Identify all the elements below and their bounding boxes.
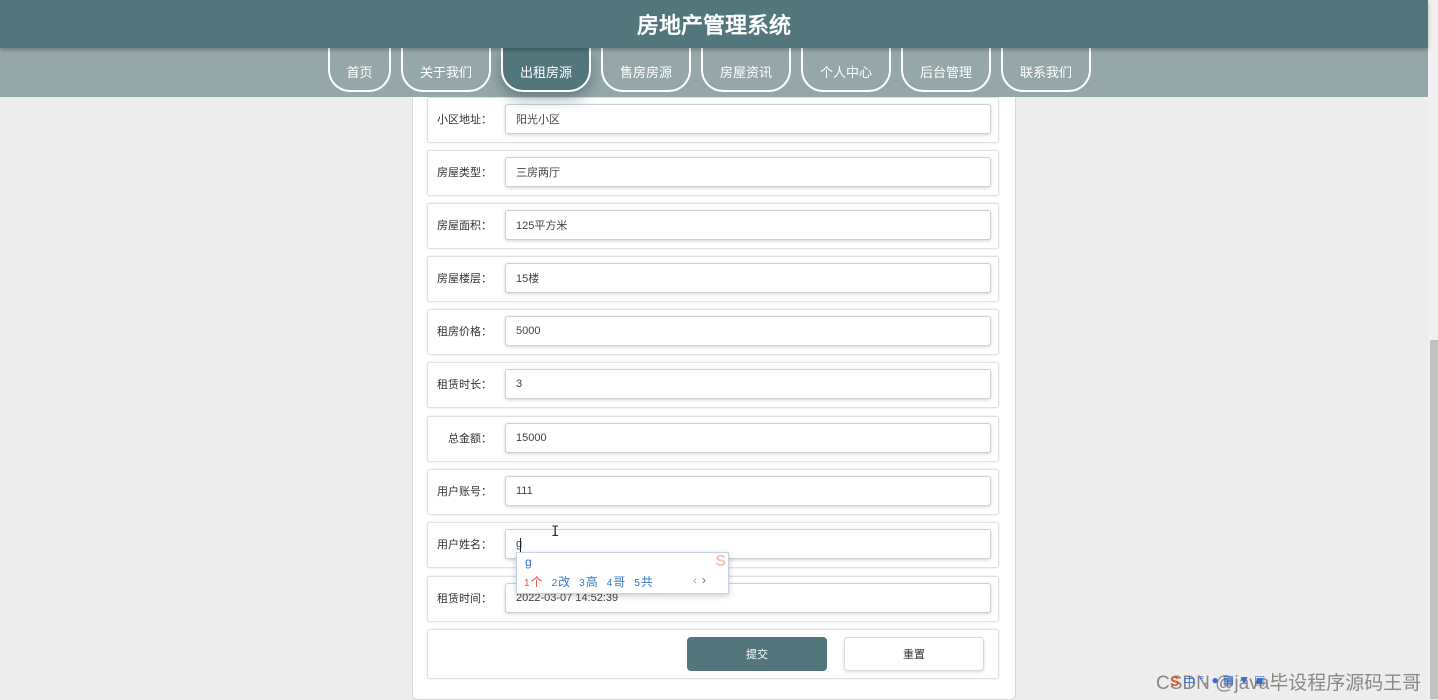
nav-item-housing-news[interactable]: 房屋资讯 — [701, 48, 791, 92]
lease-duration-input[interactable] — [505, 369, 991, 399]
community-address-input[interactable] — [505, 104, 991, 134]
field-label: 房屋楼层： — [437, 273, 492, 285]
app-header: 房地产管理系统 — [0, 0, 1428, 48]
ime-prev-page-icon[interactable]: ‹ — [693, 573, 697, 587]
ime-candidate[interactable]: 5共 — [634, 573, 653, 590]
total-amount-input[interactable] — [505, 423, 991, 453]
form-row-lease-duration: 租赁时长： — [427, 362, 999, 408]
form-row-house-floor: 房屋楼层： — [427, 256, 999, 302]
user-account-input[interactable] — [505, 476, 991, 506]
sogou-logo-icon: S — [1170, 673, 1180, 689]
form-row-community-address: 小区地址： — [427, 97, 999, 143]
form-actions: 提交 重置 — [427, 629, 999, 679]
ime-composition: g — [525, 555, 532, 569]
field-label: 小区地址： — [437, 114, 492, 126]
house-type-input[interactable] — [505, 157, 991, 187]
nav-item-sale-listings[interactable]: 售房房源 — [601, 48, 691, 92]
toolbox-icon[interactable]: ▣ — [1254, 673, 1265, 690]
ime-candidate-popup: g S 1个 2改 3高 4哥 5共 ‹ › — [516, 552, 729, 594]
nav-item-admin[interactable]: 后台管理 — [901, 48, 991, 92]
house-floor-input[interactable] — [505, 263, 991, 293]
skin-icon[interactable]: ▼ — [1238, 673, 1250, 690]
ime-candidate[interactable]: 3高 — [579, 573, 598, 590]
ime-candidate[interactable]: 1个 — [524, 573, 543, 590]
ime-candidate[interactable]: 2改 — [552, 573, 571, 590]
field-label: 用户账号： — [437, 486, 492, 498]
house-area-input[interactable] — [505, 210, 991, 240]
submit-button[interactable]: 提交 — [687, 637, 827, 671]
text-caret — [520, 538, 521, 552]
punctuation-icon[interactable]: °, — [1199, 673, 1207, 690]
form-row-total-amount: 总金额： — [427, 416, 999, 462]
field-label: 租赁时间： — [437, 593, 492, 605]
main-navbar: 首页 关于我们 出租房源 售房房源 房屋资讯 个人中心 后台管理 联系我们 — [0, 48, 1428, 97]
ime-mode-indicator[interactable]: 中 — [1183, 673, 1195, 690]
rent-price-input[interactable] — [505, 316, 991, 346]
nav-item-home[interactable]: 首页 — [328, 48, 391, 92]
reset-button[interactable]: 重置 — [844, 637, 984, 671]
nav-item-personal-center[interactable]: 个人中心 — [801, 48, 891, 92]
keyboard-icon[interactable]: ▦ — [1223, 673, 1234, 690]
nav-item-contact[interactable]: 联系我们 — [1001, 48, 1091, 92]
microphone-icon[interactable]: ● — [1212, 673, 1219, 690]
form-row-user-account: 用户账号： — [427, 469, 999, 515]
ime-next-page-icon[interactable]: › — [702, 573, 706, 587]
ime-candidate-list: 1个 2改 3高 4哥 5共 — [524, 573, 653, 590]
nav-item-about[interactable]: 关于我们 — [401, 48, 491, 92]
ibeam-cursor-icon: I — [551, 524, 560, 540]
field-label: 房屋类型： — [437, 167, 492, 179]
field-label: 总金额： — [448, 433, 492, 445]
ime-status-tray: S 中 °, ● ▦ ▼ ▣ — [1170, 673, 1265, 690]
ime-pager: ‹ › — [693, 573, 706, 587]
field-label: 用户姓名： — [437, 539, 492, 551]
form-row-house-area: 房屋面积： — [427, 203, 999, 249]
form-row-rent-price: 租房价格： — [427, 309, 999, 355]
scrollbar-thumb[interactable] — [1430, 340, 1438, 699]
field-label: 租赁时长： — [437, 379, 492, 391]
form-row-house-type: 房屋类型： — [427, 150, 999, 196]
ime-candidate[interactable]: 4哥 — [607, 573, 626, 590]
nav-item-rental-listings[interactable]: 出租房源 — [501, 48, 591, 92]
nav-list: 首页 关于我们 出租房源 售房房源 房屋资讯 个人中心 后台管理 联系我们 — [328, 48, 1091, 92]
field-label: 房屋面积： — [437, 220, 492, 232]
field-label: 租房价格： — [437, 326, 492, 338]
page-title: 房地产管理系统 — [636, 13, 791, 38]
ime-logo-icon: S — [715, 553, 726, 570]
